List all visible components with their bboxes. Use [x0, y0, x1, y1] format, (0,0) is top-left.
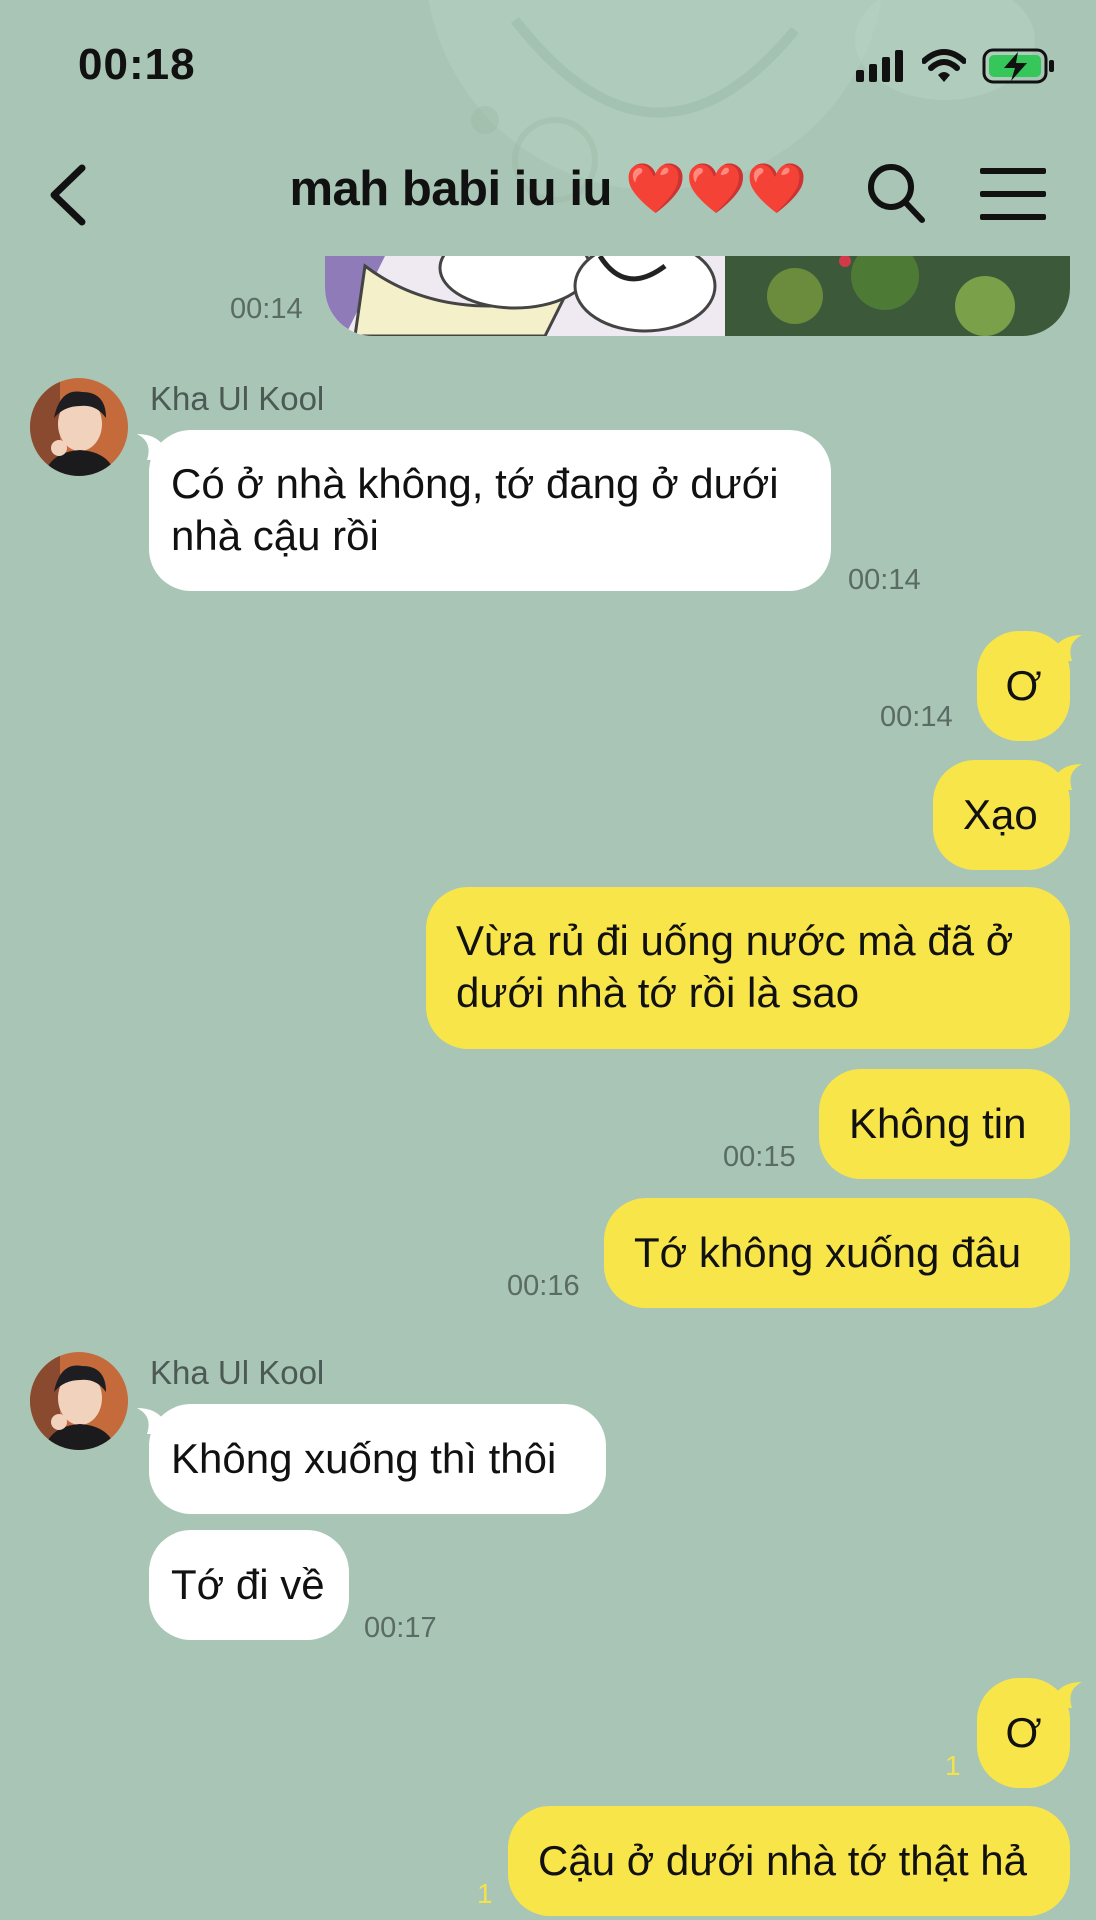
message-text: Vừa rủ đi uống nước mà đã ở: [456, 917, 1014, 964]
chat-header: mah babi iu iu ❤️❤️❤️: [0, 130, 1096, 256]
outgoing-message-bubble[interactable]: Ơ: [977, 631, 1082, 741]
bubble-tail: [137, 434, 177, 460]
outgoing-message-bubble[interactable]: Vừa rủ đi uống nước mà đã ở dưới nhà tớ …: [426, 887, 1070, 1049]
sender-name: Kha Ul Kool: [150, 1354, 325, 1391]
status-icons: [856, 46, 1056, 86]
status-bar: 00:18: [0, 0, 1096, 130]
battery-charging-icon: [982, 48, 1054, 84]
message-text: Không xuống thì thôi: [171, 1435, 557, 1482]
outgoing-message-bubble[interactable]: Không tin: [819, 1069, 1070, 1179]
avatar[interactable]: [30, 378, 128, 476]
message-time: 00:14: [848, 564, 921, 596]
incoming-message-bubble[interactable]: Tớ đi về: [149, 1530, 349, 1640]
message-text: Tớ đi về: [171, 1561, 325, 1608]
message-text: Cậu ở dưới nhà tớ thật hả: [538, 1837, 1028, 1884]
outgoing-message-bubble[interactable]: Ơ: [977, 1678, 1082, 1788]
status-time: 00:18: [78, 40, 196, 89]
message-text: Ơ: [1005, 662, 1042, 709]
bubble-tail: [1042, 1682, 1082, 1708]
message-text: Ơ: [1005, 1709, 1042, 1756]
bubble-tail: [1042, 635, 1082, 661]
message-text: Tớ không xuống đâu: [634, 1229, 1022, 1276]
avatar-image: [30, 378, 128, 476]
wifi-icon: [922, 49, 966, 82]
message-text: Có ở nhà không, tớ đang ở dưới: [171, 460, 779, 507]
incoming-message-bubble[interactable]: Có ở nhà không, tớ đang ở dưới nhà cậu r…: [137, 430, 831, 591]
image-message[interactable]: [325, 256, 1070, 336]
unread-count: 1: [945, 1750, 961, 1781]
hamburger-menu-icon[interactable]: [980, 166, 1046, 222]
bubble-tail: [137, 1408, 177, 1434]
message-time: 00:14: [880, 701, 953, 733]
bubble-tail: [1042, 764, 1082, 790]
message-text: Không tin: [849, 1100, 1027, 1147]
message-time: 00:17: [364, 1612, 437, 1644]
message-text: dưới nhà tớ rồi là sao: [456, 969, 860, 1016]
message-text: Xạo: [963, 791, 1038, 838]
message-time: 00:15: [723, 1141, 796, 1173]
message-time: 00:14: [230, 293, 303, 325]
unread-count: 1: [477, 1878, 493, 1909]
incoming-message-bubble[interactable]: Không xuống thì thôi: [137, 1404, 606, 1514]
outgoing-message-bubble[interactable]: Cậu ở dưới nhà tớ thật hả: [508, 1806, 1070, 1916]
message-text: nhà cậu rồi: [171, 512, 379, 559]
outgoing-message-bubble[interactable]: Tớ không xuống đâu: [604, 1198, 1070, 1308]
chat-title: mah babi iu iu ❤️❤️❤️: [289, 162, 807, 216]
signal-icon: [856, 50, 903, 82]
outgoing-message-bubble[interactable]: Xạo: [933, 760, 1082, 870]
sticker-image: [325, 256, 1070, 336]
sender-name: Kha Ul Kool: [150, 380, 325, 417]
message-time: 00:16: [507, 1270, 580, 1302]
search-icon[interactable]: [866, 160, 926, 226]
avatar[interactable]: [30, 1352, 128, 1450]
avatar-image: [30, 1352, 128, 1450]
